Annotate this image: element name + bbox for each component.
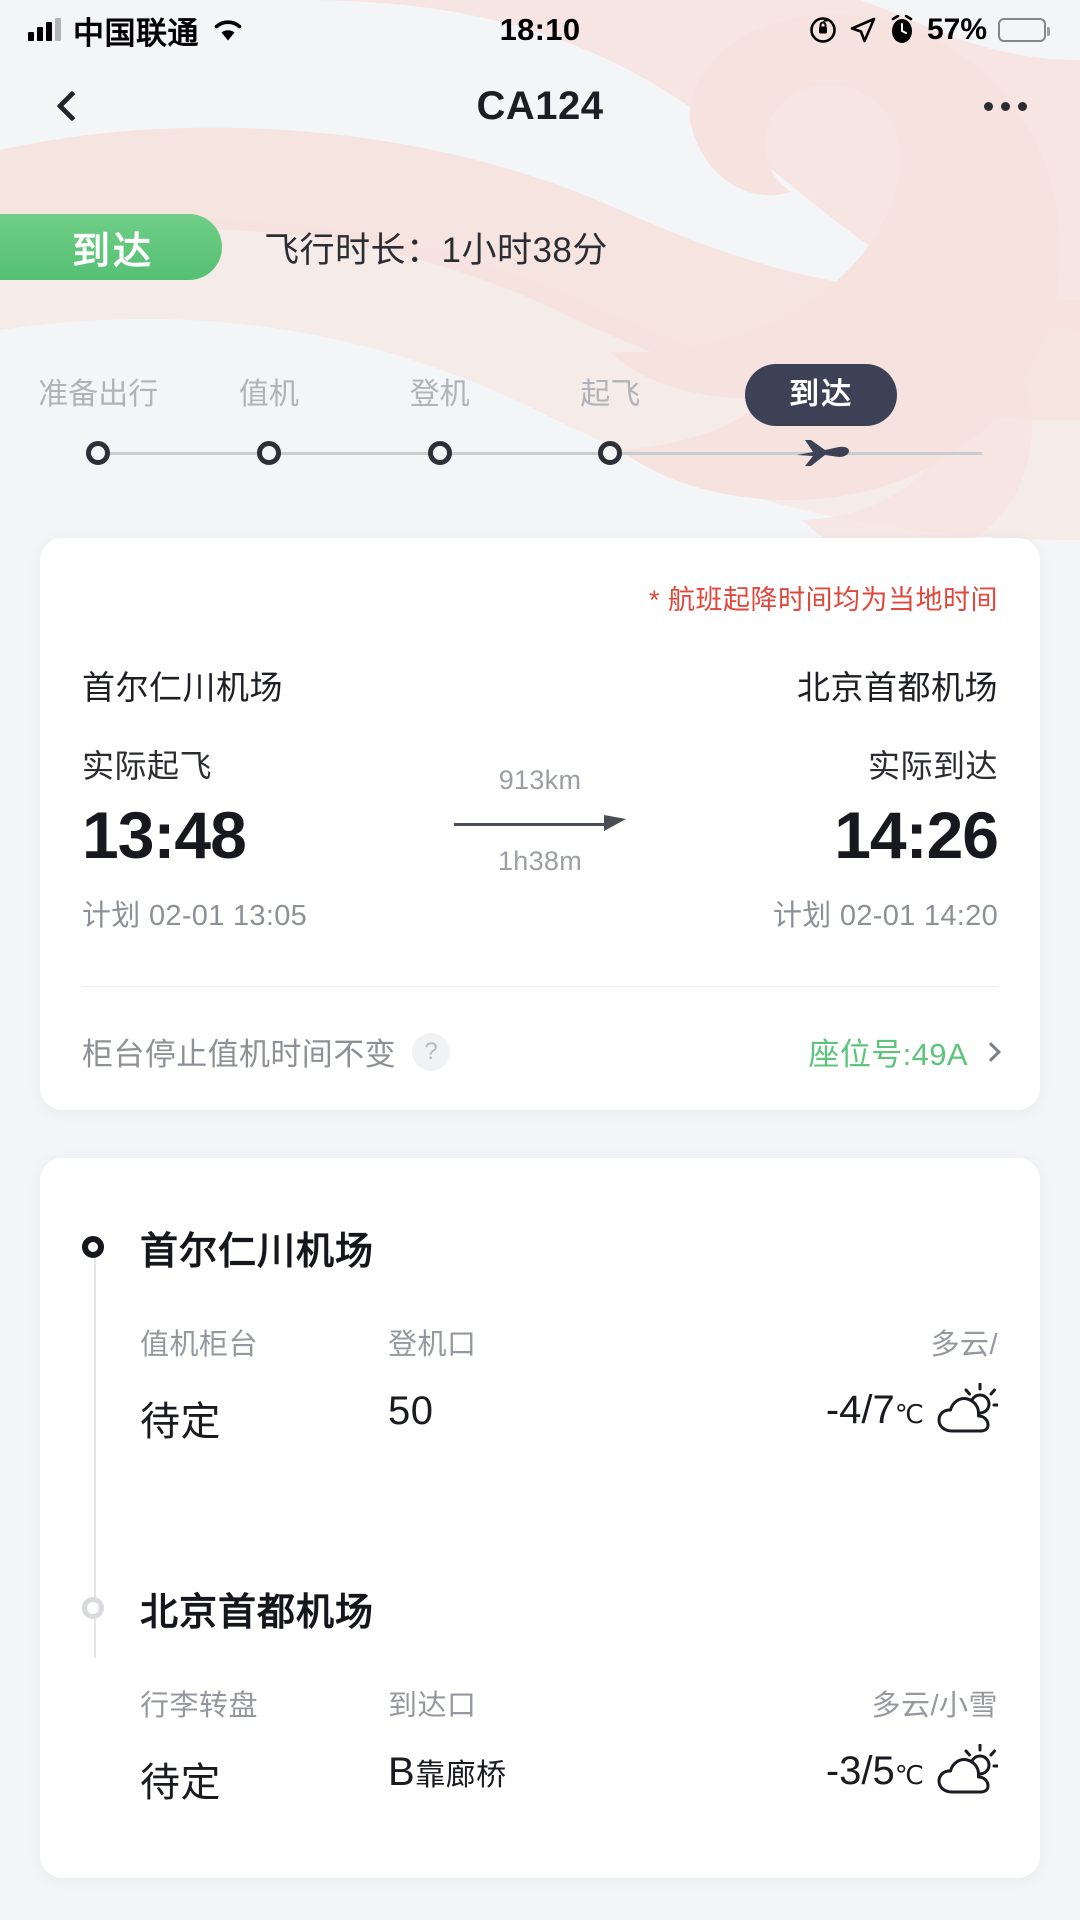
more-options-button[interactable] (970, 74, 1040, 138)
departure-temp-unit: ℃ (894, 1398, 924, 1429)
origin-destination-row: 首尔仁川机场 实际起飞 13:48 计划 02-01 13:05 913km 1… (82, 661, 999, 934)
chevron-right-icon (981, 1041, 1001, 1062)
timeline-node-arrival: 北京首都机场 行李转盘 待定 到达口 B靠廊桥 多云/小雪 -3/5℃ (82, 1581, 998, 1808)
page-title: CA124 (476, 83, 604, 128)
arrival-detail-airport: 北京首都机场 (140, 1592, 375, 1635)
timeline-node-departure: 首尔仁川机场 值机柜台 待定 登机口 50 多云/ -4/7℃ (82, 1220, 998, 1447)
sun-behind-cloud-icon (937, 1744, 998, 1794)
sun-behind-cloud-icon (937, 1383, 998, 1433)
timeline-bullet-arrival (82, 1597, 104, 1620)
airplane-icon (795, 430, 851, 481)
more-horizontal-icon (983, 101, 993, 111)
clock-label: 18:10 (499, 12, 581, 47)
arrival-block: 北京首都机场 实际到达 14:26 计划 02-01 14:20 (658, 661, 999, 934)
departure-weather-label: 多云/ (930, 1329, 998, 1362)
baggage-carousel-field: 行李转盘 待定 (140, 1682, 388, 1808)
stepper-labels: 准备出行 值机 登机 起飞 到达 (38, 364, 1042, 428)
alarm-clock-icon (891, 15, 913, 43)
status-bar-left: 中国联通 (28, 8, 245, 53)
wifi-icon (214, 20, 242, 41)
airport-detail-card: 首尔仁川机场 值机柜台 待定 登机口 50 多云/ -4/7℃ 北京首都机场 行… (40, 1158, 1040, 1879)
flight-status-screen: 中国联通 18:10 57% CA124 到达 飞行时长：1小时38分 准备出行… (0, 0, 1080, 1920)
airport-timeline: 首尔仁川机场 值机柜台 待定 登机口 50 多云/ -4/7℃ 北京首都机场 行… (82, 1220, 998, 1808)
back-button[interactable] (40, 74, 104, 138)
seat-number-label: 座位号:49A (808, 1037, 968, 1073)
battery-icon (998, 18, 1050, 42)
departure-block: 首尔仁川机场 实际起飞 13:48 计划 02-01 13:05 (82, 661, 422, 934)
step-dot-prepare[interactable] (86, 441, 111, 465)
arrival-gate-suffix: 靠廊桥 (415, 1759, 507, 1793)
arrival-actual-label: 实际到达 (867, 748, 998, 784)
checkin-counter-field: 值机柜台 待定 (140, 1321, 388, 1447)
status-bar-right: 57% (808, 13, 1050, 47)
battery-percent-label: 57% (926, 13, 987, 46)
departure-weather-value: -4/7℃ (826, 1383, 998, 1437)
checkin-counter-value: 待定 (140, 1400, 221, 1445)
flight-progress-stepper: 准备出行 值机 登机 起飞 到达 (0, 364, 1080, 486)
step-dot-checkin[interactable] (256, 441, 281, 465)
step-label-checkin[interactable]: 值机 (239, 366, 299, 424)
seat-number-link[interactable]: 座位号:49A (808, 1029, 1001, 1074)
departure-detail-fields: 值机柜台 待定 登机口 50 多云/ -4/7℃ (140, 1321, 998, 1447)
arrival-gate-value: B靠廊桥 (388, 1750, 636, 1795)
arrival-airport-name: 北京首都机场 (797, 669, 998, 706)
arrival-weather-label: 多云/小雪 (871, 1690, 998, 1723)
arrival-temp: -3/5 (825, 1748, 895, 1793)
location-arrow-icon (850, 17, 876, 43)
flight-status-row: 到达 飞行时长：1小时38分 (0, 214, 1080, 280)
step-dot-boarding[interactable] (427, 441, 452, 465)
departure-actual-time: 13:48 (82, 798, 247, 872)
checkin-counter-label: 值机柜台 (140, 1329, 259, 1362)
card-divider (82, 986, 998, 988)
step-label-arrival[interactable]: 到达 (745, 364, 898, 426)
step-label-takeoff[interactable]: 起飞 (580, 366, 640, 424)
chevron-left-icon (56, 90, 88, 122)
page-header: CA124 (0, 60, 1080, 152)
carrier-label: 中国联通 (73, 15, 199, 51)
boarding-gate-field: 登机口 50 (388, 1321, 636, 1434)
departure-detail-airport: 首尔仁川机场 (140, 1231, 375, 1274)
rotation-lock-icon (810, 17, 836, 43)
boarding-gate-label: 登机口 (388, 1329, 477, 1362)
departure-weather-field: 多云/ -4/7℃ (826, 1321, 998, 1437)
arrival-gate-field: 到达口 B靠廊桥 (388, 1682, 636, 1795)
departure-airport-name: 首尔仁川机场 (82, 669, 283, 706)
counter-close-note: 柜台停止值机时间不变 (82, 1037, 396, 1073)
status-bar: 中国联通 18:10 57% (0, 0, 1080, 60)
arrival-weather-field: 多云/小雪 -3/5℃ (826, 1682, 998, 1798)
arrival-gate-main: B (388, 1750, 416, 1795)
baggage-carousel-label: 行李转盘 (140, 1690, 259, 1723)
status-badge: 到达 (0, 214, 222, 280)
counter-seat-row: 柜台停止值机时间不变 ? 座位号:49A (82, 1029, 1001, 1074)
step-dot-takeoff[interactable] (598, 441, 623, 465)
step-label-prepare[interactable]: 准备出行 (38, 366, 158, 424)
help-icon[interactable]: ? (412, 1032, 450, 1071)
local-time-note: * 航班起降时间均为当地时间 (648, 585, 998, 615)
arrival-actual-time: 14:26 (834, 798, 999, 872)
arrival-temp-unit: ℃ (894, 1759, 924, 1790)
flight-info-card: * 航班起降时间均为当地时间 首尔仁川机场 实际起飞 13:48 计划 02-0… (40, 538, 1040, 1111)
arrival-detail-fields: 行李转盘 待定 到达口 B靠廊桥 多云/小雪 -3/5℃ (140, 1682, 998, 1808)
route-middle-block: 913km 1h38m (422, 661, 658, 877)
timeline-bullet-departure (82, 1236, 104, 1259)
departure-planned-time: 计划 02-01 13:05 (82, 900, 308, 933)
flight-duration-label: 飞行时长：1小时38分 (264, 230, 608, 270)
departure-actual-label: 实际起飞 (82, 748, 213, 784)
departure-temp: -4/7 (825, 1387, 895, 1432)
arrival-gate-label: 到达口 (388, 1690, 477, 1723)
route-duration: 1h38m (497, 846, 583, 876)
boarding-gate-value: 50 (388, 1389, 434, 1434)
step-label-boarding[interactable]: 登机 (410, 366, 470, 424)
arrival-planned-time: 计划 02-01 14:20 (772, 900, 998, 933)
arrival-weather-value: -3/5℃ (826, 1744, 998, 1798)
signal-bars-icon (28, 18, 61, 41)
baggage-carousel-value: 待定 (140, 1761, 221, 1806)
stepper-track (38, 428, 1042, 478)
route-distance: 913km (498, 765, 582, 795)
arrow-right-icon (454, 810, 626, 836)
